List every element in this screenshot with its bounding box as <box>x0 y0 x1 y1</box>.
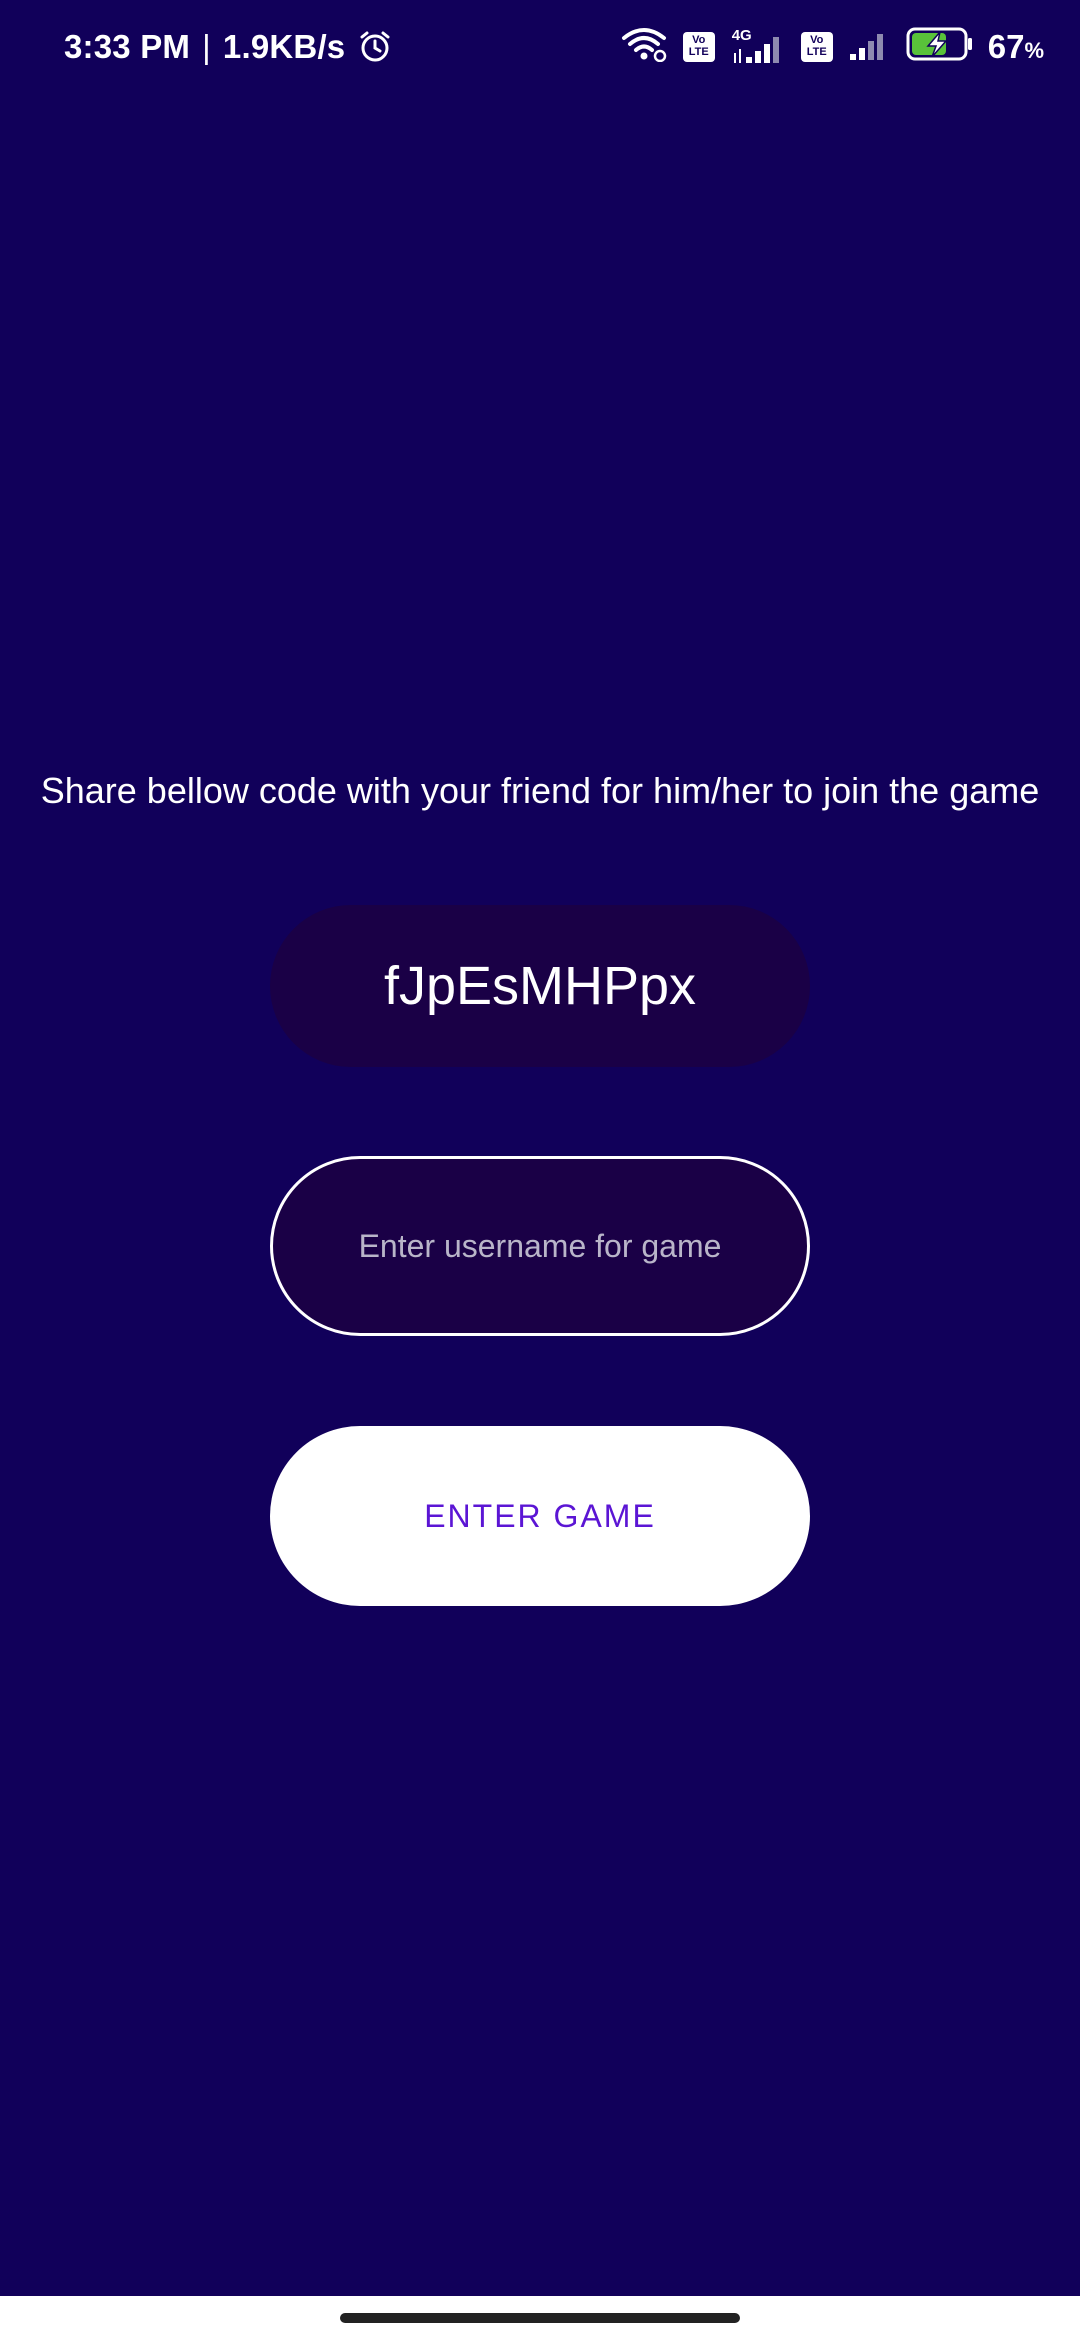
volte-label-2: Vo LTE <box>806 33 827 58</box>
cellular-signal-icon-1: 4G <box>730 27 786 65</box>
status-bar: 3:33 PM | 1.9KB/s Vo LTE 4G Vo LTE 67% <box>0 0 1080 100</box>
volte-badge-1: Vo LTE <box>682 31 716 63</box>
volte-badge-2: Vo LTE <box>800 31 834 63</box>
battery-percent-unit: % <box>1024 37 1044 63</box>
alarm-clock-icon <box>357 29 393 65</box>
username-input[interactable] <box>270 1156 810 1336</box>
home-indicator[interactable] <box>340 2313 740 2323</box>
battery-percent-value: 67 <box>987 27 1025 65</box>
status-right: Vo LTE 4G Vo LTE 67% <box>620 26 1044 67</box>
game-code: fJpEsMHPpx <box>383 956 697 1016</box>
wifi-icon <box>620 26 668 67</box>
battery-percent: 67% <box>988 28 1044 66</box>
navigation-bar <box>0 2296 1080 2340</box>
volte-label-1: Vo LTE <box>688 33 709 58</box>
network-speed: 1.9KB/s <box>222 28 346 65</box>
battery-charging-icon <box>906 26 974 67</box>
status-separator: | <box>202 28 211 65</box>
status-time: 3:33 PM <box>64 28 191 65</box>
game-code-display: fJpEsMHPpx <box>270 905 810 1067</box>
share-instructions: Share bellow code with your friend for h… <box>40 770 1040 811</box>
cellular-signal-icon-2 <box>848 26 892 67</box>
status-left: 3:33 PM | 1.9KB/s <box>64 28 393 66</box>
enter-game-button[interactable]: ENTER GAME <box>270 1426 810 1606</box>
